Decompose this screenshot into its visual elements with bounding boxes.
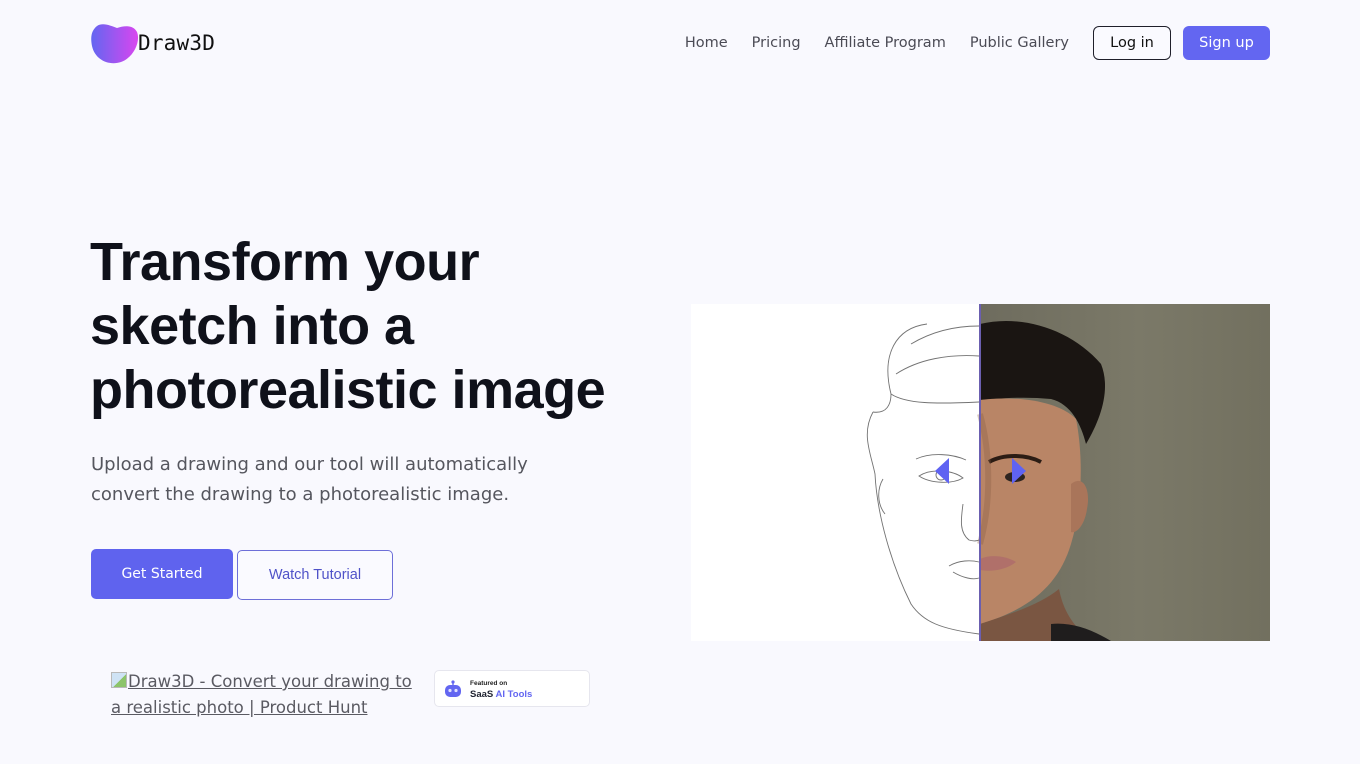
broken-image-icon <box>111 672 127 688</box>
saas-name: SaaS <box>470 688 494 700</box>
signup-button[interactable]: Sign up <box>1183 26 1270 60</box>
hero-title: Transform your sketch into a photorealis… <box>90 232 606 420</box>
slider-left-arrow-icon[interactable] <box>935 458 949 484</box>
login-button[interactable]: Log in <box>1093 26 1171 60</box>
logo-blob-icon <box>91 24 139 64</box>
brand-name: Draw3D <box>138 31 216 55</box>
saas-featured-label: Featured on <box>470 679 508 687</box>
robot-icon <box>445 679 461 697</box>
hero-subtitle: Upload a drawing and our tool will autom… <box>91 454 528 505</box>
before-after-comparison[interactable] <box>691 304 1270 641</box>
saas-name-line: SaaS AI Tools <box>470 689 532 700</box>
saas-ai-tools-badge[interactable]: Featured on SaaS AI Tools <box>434 670 590 707</box>
nav-pricing[interactable]: Pricing <box>752 26 801 60</box>
nav-public-gallery[interactable]: Public Gallery <box>970 26 1069 60</box>
nav-affiliate-program[interactable]: Affiliate Program <box>825 26 946 60</box>
photo-shapes <box>977 320 1111 641</box>
saas-accent: AI Tools <box>495 688 533 700</box>
watch-tutorial-button[interactable]: Watch Tutorial <box>237 550 393 600</box>
slider-right-arrow-icon[interactable] <box>1012 458 1026 484</box>
main-nav: Home Pricing Affiliate Program Public Ga… <box>685 26 1270 60</box>
product-hunt-alt-text: Draw3D - Convert your drawing to a reali… <box>111 672 412 717</box>
site-header: Draw3D Home Pricing Affiliate Program Pu… <box>0 0 1360 86</box>
brand-logo-link[interactable]: Draw3D <box>91 22 215 64</box>
get-started-button[interactable]: Get Started <box>91 549 233 599</box>
saas-badge-text: Featured on SaaS AI Tools <box>470 678 532 700</box>
sketch-lines <box>866 323 980 635</box>
nav-home[interactable]: Home <box>685 26 728 60</box>
slider-divider[interactable] <box>979 304 981 641</box>
product-hunt-badge-link[interactable]: Draw3D - Convert your drawing to a reali… <box>111 669 421 721</box>
